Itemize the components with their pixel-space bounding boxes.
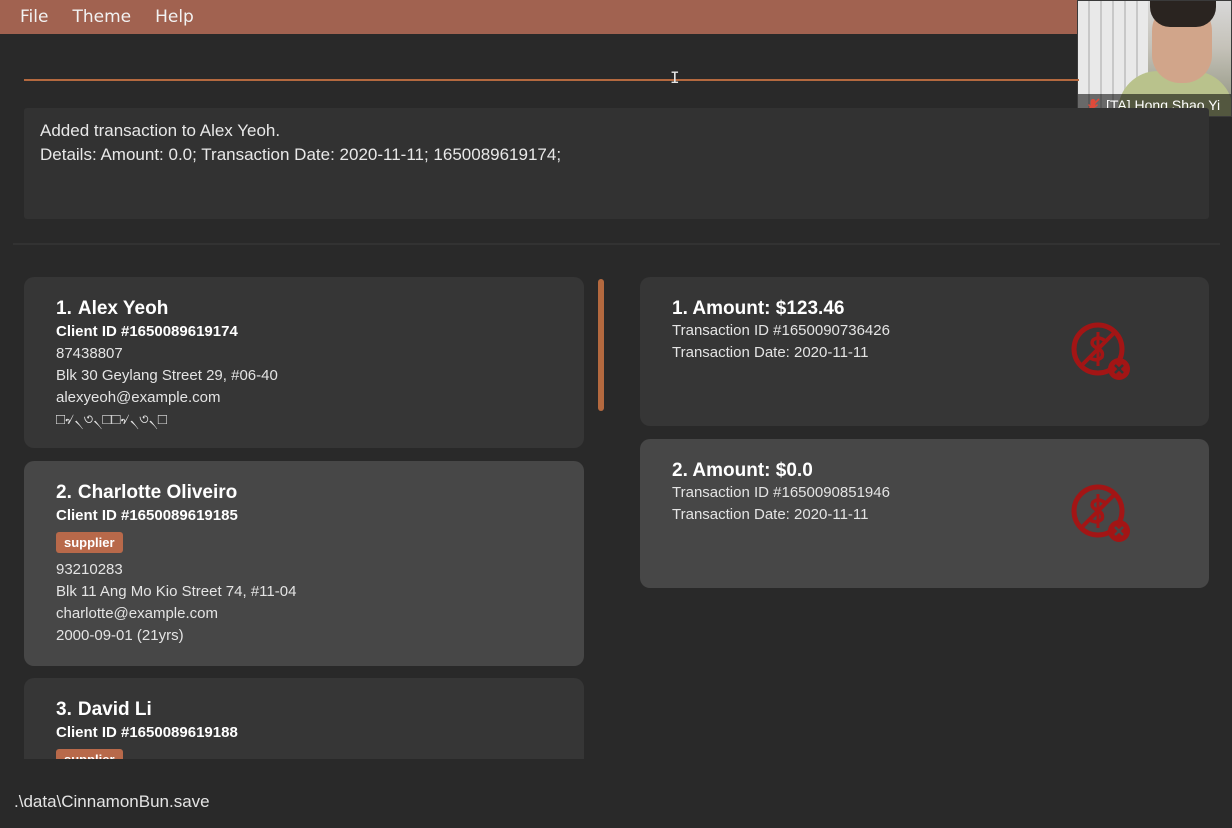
client-index: 1. bbox=[56, 298, 72, 319]
menu-help[interactable]: Help bbox=[143, 0, 206, 34]
client-list[interactable]: 1. Alex Yeoh Client ID #1650089619174 874… bbox=[24, 277, 584, 759]
transaction-card[interactable]: 1. Amount: $123.46 Transaction ID #16500… bbox=[640, 277, 1209, 426]
tag-badge: supplier bbox=[56, 532, 123, 553]
client-phone: 87438807 bbox=[56, 345, 123, 362]
client-birthday: 2000-09-01 (21yrs) bbox=[56, 627, 184, 644]
command-input-underline bbox=[24, 79, 1079, 81]
client-extra: □৵৲৩৲□□৵৲৩৲□ bbox=[56, 411, 167, 428]
client-name: Charlotte Oliveiro bbox=[77, 482, 238, 503]
client-title: 2. Charlotte Oliveiro bbox=[56, 482, 552, 504]
client-email: alexyeoh@example.com bbox=[56, 389, 221, 406]
client-email: charlotte@example.com bbox=[56, 605, 218, 622]
scrollbar-thumb[interactable] bbox=[598, 279, 604, 411]
client-name: David Li bbox=[77, 699, 152, 720]
command-input[interactable] bbox=[24, 50, 1079, 80]
transaction-card[interactable]: 2. Amount: $0.0 Transaction ID #16500908… bbox=[640, 439, 1209, 588]
transaction-title: 1. Amount: $123.46 bbox=[672, 298, 845, 319]
client-id: Client ID #1650089619188 bbox=[56, 724, 238, 741]
client-card[interactable]: 3.David Li Client ID #1650089619188 supp… bbox=[24, 678, 584, 759]
video-participant-hair bbox=[1150, 1, 1216, 27]
result-display: Added transaction to Alex Yeoh. Details:… bbox=[24, 108, 1209, 219]
client-phone: 93210283 bbox=[56, 561, 123, 578]
client-index: 3. bbox=[56, 699, 72, 720]
client-index: 2. bbox=[56, 482, 72, 503]
client-card[interactable]: 1. Alex Yeoh Client ID #1650089619174 874… bbox=[24, 277, 584, 448]
client-address: Blk 30 Geylang Street 29, #06-40 bbox=[56, 367, 278, 384]
tag-badge: supplier bbox=[56, 749, 123, 759]
client-title: 3. David Li bbox=[56, 699, 552, 721]
client-card[interactable]: 2. Charlotte Oliveiro Client ID #16500896… bbox=[24, 461, 584, 666]
client-list-scrollbar[interactable] bbox=[598, 277, 604, 759]
text-cursor-icon: I bbox=[670, 68, 680, 87]
menu-file[interactable]: File bbox=[8, 0, 60, 34]
client-address: Blk 11 Ang Mo Kio Street 74, #11-04 bbox=[56, 583, 297, 600]
client-id: Client ID #1650089619174 bbox=[56, 323, 238, 340]
client-title: 1. Alex Yeoh bbox=[56, 298, 552, 320]
menu-bar: File Theme Help bbox=[0, 0, 1232, 34]
client-name: Alex Yeoh bbox=[77, 298, 169, 319]
unpaid-icon bbox=[1071, 484, 1130, 542]
client-id: Client ID #1650089619185 bbox=[56, 507, 238, 524]
status-bar-save-path: .\data\CinnamonBun.save bbox=[14, 792, 210, 811]
transaction-title: 2. Amount: $0.0 bbox=[672, 460, 813, 481]
command-box: I bbox=[24, 50, 1079, 87]
menu-theme[interactable]: Theme bbox=[60, 0, 143, 34]
video-call-thumbnail[interactable]: [TA] Hong Shao Yi bbox=[1077, 0, 1232, 117]
unpaid-icon bbox=[1071, 322, 1130, 380]
section-divider bbox=[13, 243, 1220, 245]
